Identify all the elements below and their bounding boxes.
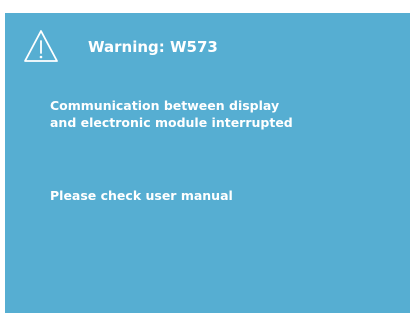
warning-message: Communication between display and electr…	[50, 97, 390, 131]
warning-triangle-icon	[24, 30, 58, 62]
warning-message-line-1: Communication between display	[50, 98, 280, 113]
warning-title: Warning: W573	[88, 38, 218, 56]
warning-message-line-2: and electronic module interrupted	[50, 115, 293, 130]
warning-dialog: Warning: W573 Communication between disp…	[5, 13, 410, 313]
instruction-text: Please check user manual	[50, 188, 233, 203]
